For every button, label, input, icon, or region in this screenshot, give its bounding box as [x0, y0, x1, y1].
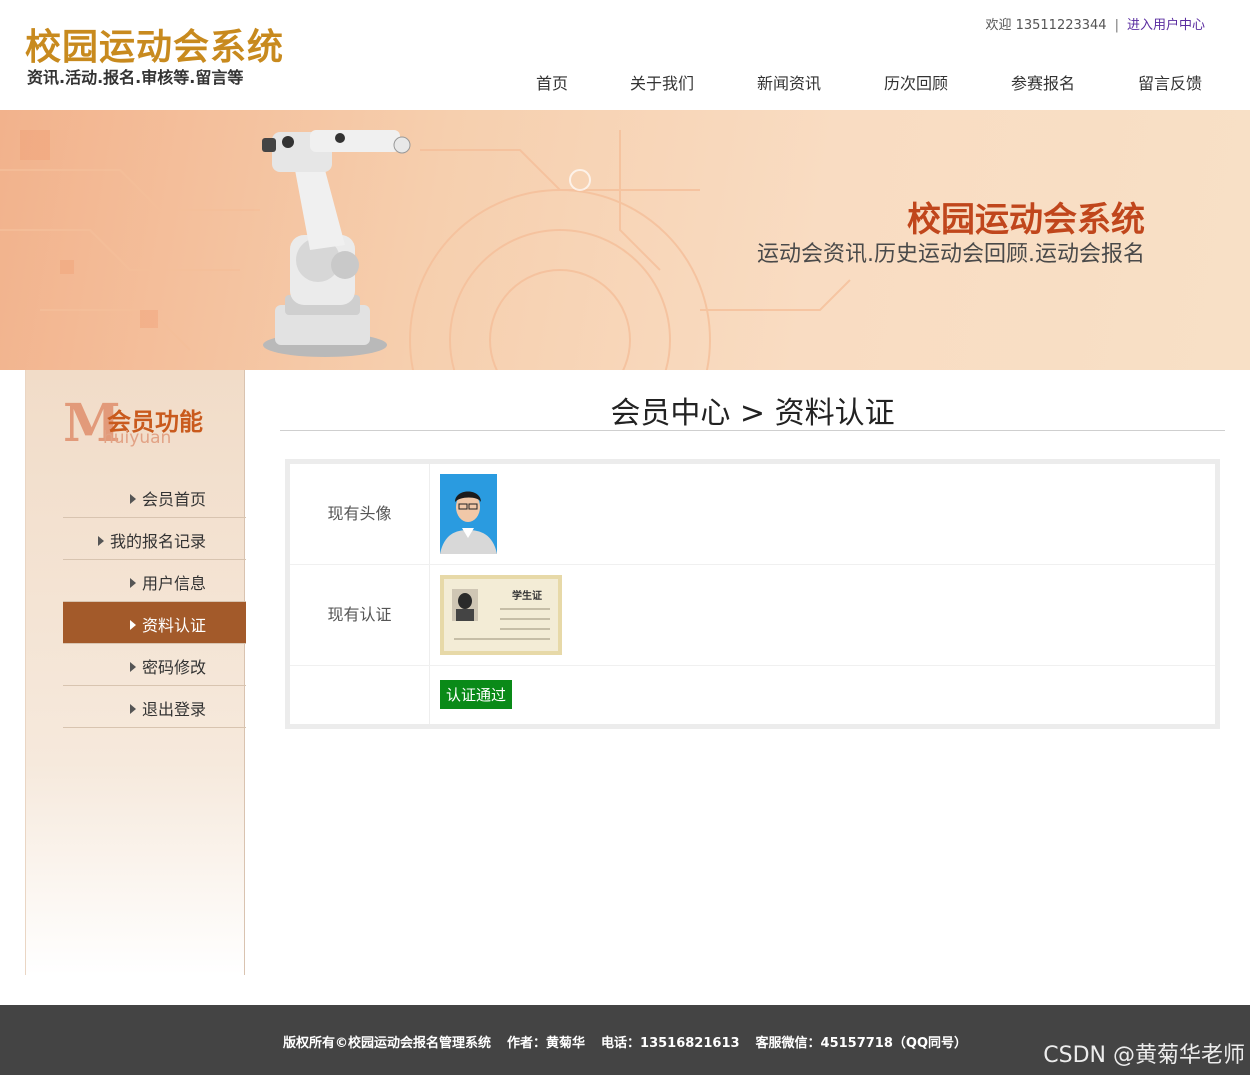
sidebar-item-logout[interactable]: 退出登录 [63, 686, 246, 728]
member-sidebar: M 会员功能 huiyuan 会员首页 我的报名记录 用户信息 资料认证 密码修… [25, 370, 246, 975]
nav-signup[interactable]: 参赛报名 [1011, 70, 1075, 94]
footer-phone: 电话：13516821613 [601, 1036, 740, 1051]
certificate-label: 现有认证 [290, 565, 430, 665]
hero-banner: 校园运动会系统 运动会资讯.历史运动会回顾.运动会报名 [0, 110, 1250, 370]
sidebar-item-verification[interactable]: 资料认证 [63, 602, 246, 644]
page-title: 会员中心 > 资料认证 [280, 388, 1225, 431]
sidebar-menu: 会员首页 我的报名记录 用户信息 资料认证 密码修改 退出登录 [63, 476, 246, 728]
banner-title: 校园运动会系统 [907, 200, 1145, 240]
main-nav: 首页 关于我们 新闻资讯 历次回顾 参赛报名 留言反馈 [490, 70, 1250, 96]
sidebar-item-signup-records[interactable]: 我的报名记录 [63, 518, 246, 560]
chevron-right-icon [129, 662, 136, 672]
site-subtitle: 资讯.活动.报名.审核等.留言等 [27, 68, 244, 87]
sidebar-item-home[interactable]: 会员首页 [63, 476, 246, 518]
nav-feedback[interactable]: 留言反馈 [1138, 70, 1202, 94]
nav-history[interactable]: 历次回顾 [884, 70, 948, 94]
footer-copyright: 版权所有©校园运动会报名管理系统 [283, 1036, 492, 1051]
robot-arm-illustration [262, 130, 411, 357]
sidebar-item-label: 退出登录 [141, 700, 206, 719]
user-center-link[interactable]: 进入用户中心 [1127, 18, 1205, 33]
sidebar-item-label: 会员首页 [141, 490, 206, 509]
chevron-right-icon [129, 494, 136, 504]
avatar-row: 现有头像 [290, 464, 1215, 565]
student-card-image: 学生证 [440, 575, 562, 659]
banner-subtitle: 运动会资讯.历史运动会回顾.运动会报名 [757, 242, 1145, 267]
sidebar-item-password[interactable]: 密码修改 [63, 644, 246, 686]
student-card-svg: 学生证 [440, 575, 562, 655]
csdn-watermark: CSDN @黄菊华老师 [1043, 1043, 1245, 1068]
student-card-title: 学生证 [512, 589, 542, 602]
nav-home[interactable]: 首页 [536, 70, 568, 94]
sidebar-item-label: 密码修改 [141, 658, 206, 677]
sidebar-item-label: 资料认证 [141, 616, 206, 635]
footer-wechat: 客服微信：45157718（QQ同号） [755, 1036, 967, 1051]
sidebar-pinyin: huiyuan [103, 428, 172, 448]
nav-news[interactable]: 新闻资讯 [757, 70, 821, 94]
certificate-row: 现有认证 学生证 [290, 565, 1215, 666]
action-label [290, 666, 430, 724]
verification-panel: 现有头像 现有认证 学生证 认证通过 [285, 459, 1220, 729]
chevron-right-icon [129, 704, 136, 714]
sidebar-header: M 会员功能 huiyuan [63, 394, 233, 456]
site-title: 校园运动会系统 [25, 27, 285, 68]
userbar-separator: | [1114, 18, 1119, 33]
sidebar-item-label: 我的报名记录 [109, 532, 206, 551]
verify-approved-button[interactable]: 认证通过 [440, 680, 513, 709]
site-header: 校园运动会系统 资讯.活动.报名.审核等.留言等 欢迎 13511223344 |… [0, 0, 1250, 110]
sidebar-item-user-info[interactable]: 用户信息 [63, 560, 246, 602]
nav-about[interactable]: 关于我们 [630, 70, 694, 94]
sidebar-item-label: 用户信息 [141, 574, 206, 593]
footer-author: 作者：黄菊华 [507, 1036, 586, 1051]
chevron-right-icon [97, 536, 104, 546]
avatar-image [440, 474, 497, 558]
avatar-label: 现有头像 [290, 464, 430, 564]
action-row: 认证通过 [290, 666, 1215, 724]
welcome-text: 欢迎 13511223344 [985, 18, 1107, 33]
chevron-right-icon [129, 578, 136, 588]
user-bar: 欢迎 13511223344 | 进入用户中心 [985, 14, 1205, 33]
chevron-right-icon [129, 620, 136, 630]
